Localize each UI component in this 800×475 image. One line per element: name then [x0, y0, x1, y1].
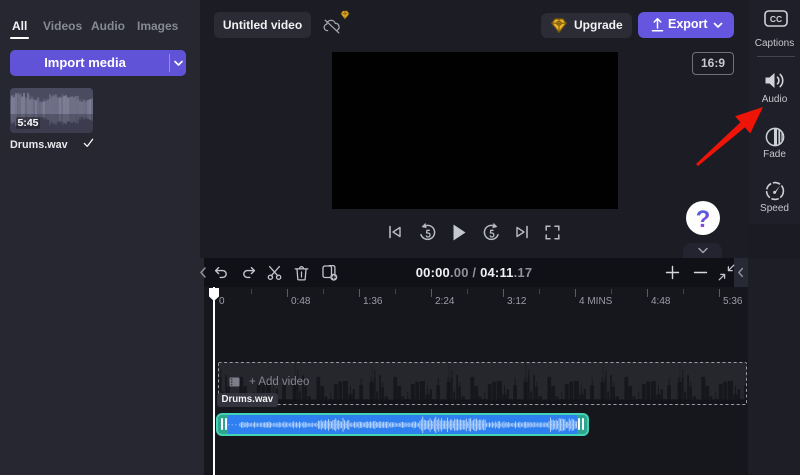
- svg-text:CC: CC: [769, 14, 781, 24]
- svg-text:?: ?: [696, 206, 711, 233]
